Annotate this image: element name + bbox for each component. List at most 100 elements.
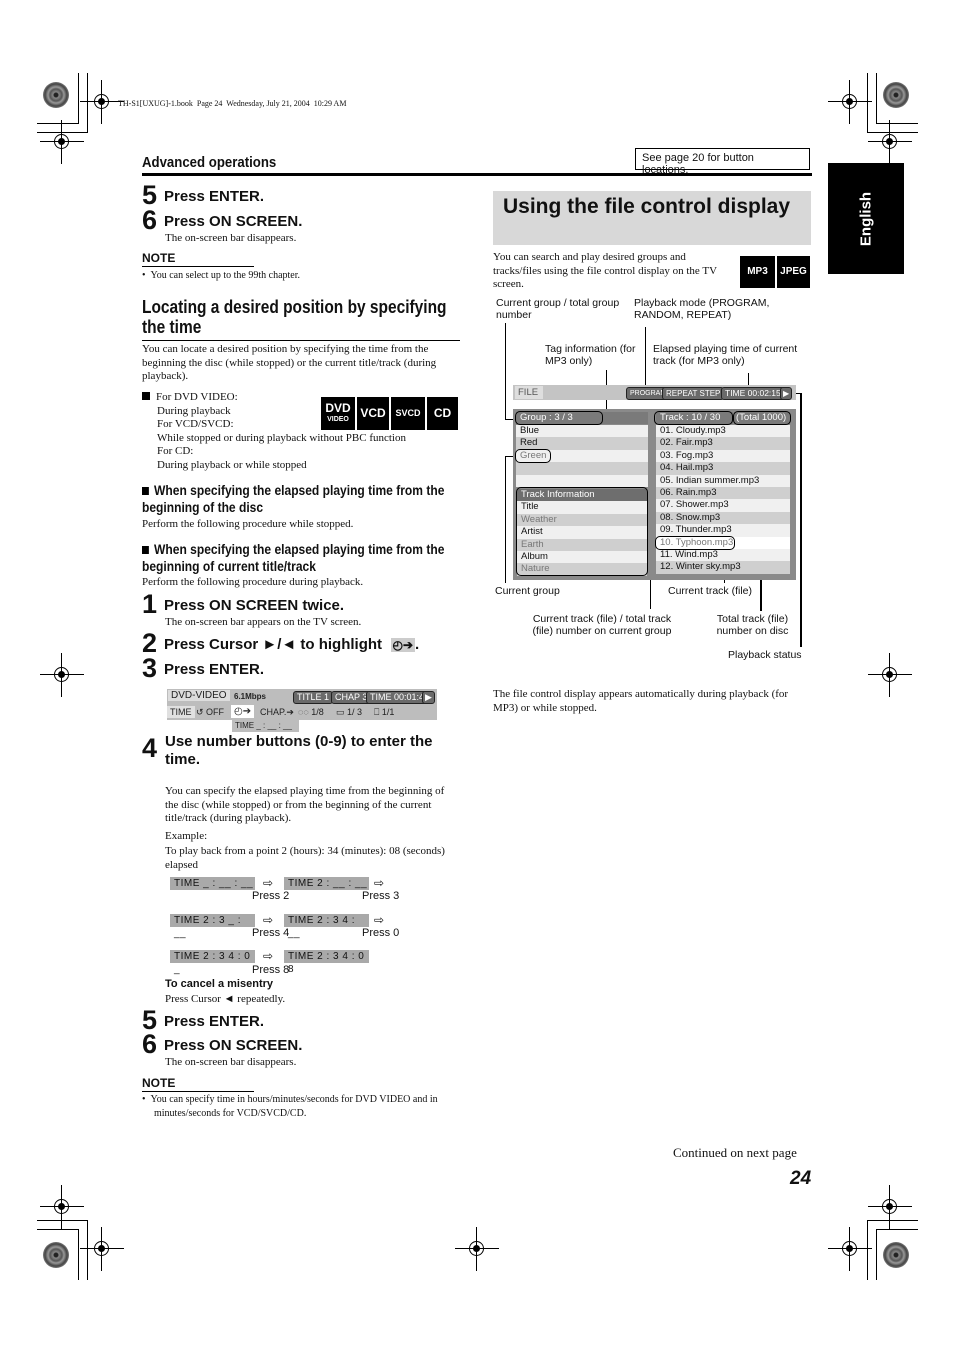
callout-current-track: Current track (file) xyxy=(668,585,753,597)
registration-mark xyxy=(828,1227,872,1271)
arrow-icon: ⇨ xyxy=(374,913,385,927)
crop-line xyxy=(78,1230,79,1280)
crop-line xyxy=(78,73,79,123)
repeat-button[interactable]: ↺ OFF xyxy=(193,706,227,719)
crop-disc-mark xyxy=(43,1242,69,1268)
step-text: Press Cursor ►/◄ to highlight xyxy=(164,636,383,653)
crop-line xyxy=(876,1230,877,1280)
leader-line xyxy=(505,456,506,583)
group-item-empty xyxy=(516,462,648,475)
press-label: Press 3 xyxy=(362,890,400,902)
registration-mark xyxy=(455,1227,499,1271)
subtitle-button[interactable]: ▭ 1/ 3 xyxy=(333,706,365,719)
file-label: FILE xyxy=(515,386,543,399)
track-item[interactable]: 02. Fair.mp3 xyxy=(656,437,790,450)
repeat-indicator: REPEAT STEP xyxy=(662,387,725,400)
press-label: Press 4 xyxy=(252,927,290,939)
callout-playback-status: Playback status xyxy=(728,649,802,661)
group-header-ring xyxy=(515,411,603,425)
condition-desc: During playback or while stopped xyxy=(157,458,307,471)
registration-mark xyxy=(40,653,84,697)
elapsed-time: TIME 00:02:15 xyxy=(721,387,785,400)
note-heading: NOTE xyxy=(142,1076,176,1090)
audio-button[interactable]: ◌◌ 1/8 xyxy=(295,706,327,718)
time-display-button[interactable]: TIME xyxy=(167,706,195,718)
intro-text: You can locate a desired position by spe… xyxy=(142,343,437,382)
playback-status-icon: ▶ xyxy=(780,387,793,400)
callout-playback-mode: Playback mode (PROGRAM, RANDOM, REPEAT) xyxy=(634,297,770,321)
time-entry-state: TIME 2 : 3 4 : 0 8 xyxy=(284,950,369,975)
track-item[interactable]: 07. Shower.mp3 xyxy=(656,499,790,512)
registration-mark xyxy=(40,1185,84,1229)
badge-dvd-video: DVD VIDEO xyxy=(321,397,355,430)
callout-elapsed-time: Elapsed playing time of current track (f… xyxy=(653,343,798,367)
step-text: Press ON SCREEN twice. xyxy=(164,597,345,614)
step-4: 4 Use number buttons (0-9) to enter the t… xyxy=(142,733,462,769)
cancel-heading: To cancel a misentry xyxy=(165,978,274,990)
track-item[interactable]: 03. Fog.mp3 xyxy=(656,449,790,463)
track-header-ring xyxy=(654,411,733,425)
section-heading: Using the file control display xyxy=(503,195,791,218)
badge-main: DVD xyxy=(325,401,351,415)
badge-sub: VIDEO xyxy=(327,416,349,423)
step-3: 3 Press ENTER. xyxy=(142,653,264,684)
press-label: Press 0 xyxy=(362,927,400,939)
badge-svcd: SVCD xyxy=(389,397,425,430)
note-item: • You can select up to the 99th chapter. xyxy=(142,270,301,281)
track-item[interactable]: 11. Wind.mp3 xyxy=(656,549,790,562)
track-item[interactable]: 09. Thunder.mp3 xyxy=(656,524,790,537)
time-entry-state: TIME 2 : 3 4 : 0 _ xyxy=(170,950,255,975)
step-text: Press ON SCREEN. xyxy=(164,213,303,230)
crop-line xyxy=(876,73,877,123)
time-entry-state: TIME _ : __ : __ xyxy=(170,877,255,890)
onscreen-bar-row2: TIME ↺ OFF ◴➔ CHAP.➔ ◌◌ 1/8 ▭ 1/ 3 ⎕ 1/1 xyxy=(167,705,437,720)
onscreen-bar-row1: DVD-VIDEO 6.1Mbps TITLE 1 CHAP 3 TIME 00… xyxy=(167,689,437,705)
press-label: Press 8 xyxy=(252,964,290,976)
time-search-button[interactable]: ◴➔ xyxy=(231,705,255,718)
section-heading: Locating a desired position by specifyin… xyxy=(142,297,447,337)
registration-mark xyxy=(828,80,872,124)
track-item[interactable]: 06. Rain.mp3 xyxy=(656,487,790,500)
subsection-text: When specifying the elapsed playing time… xyxy=(142,482,445,515)
track-item[interactable]: 05. Indian summer.mp3 xyxy=(656,474,790,487)
badge-jpeg: JPEG xyxy=(775,256,810,288)
intro-text: You can search and play desired groups a… xyxy=(493,251,717,290)
group-item-empty xyxy=(516,474,648,487)
note-rule xyxy=(142,1091,254,1092)
current-group-ring xyxy=(515,449,551,463)
track-item[interactable]: 12. Winter sky.mp3 xyxy=(656,561,790,574)
example-text: To play back from a point 2 (hours): 34 … xyxy=(165,845,445,871)
crop-disc-mark xyxy=(43,82,69,108)
registration-mark xyxy=(868,653,912,697)
file-control-display: FILE PROGRAM REPEAT STEP TIME 00:02:15 ▶… xyxy=(513,385,796,580)
see-page-box: See page 20 for button locations. xyxy=(635,148,810,176)
subsection-desc: Perform the following procedure while st… xyxy=(142,518,354,530)
track-item[interactable]: 01. Cloudy.mp3 xyxy=(656,425,790,438)
bullet-square-icon xyxy=(142,546,149,554)
step-text: Press ENTER. xyxy=(164,188,265,205)
time-entry-state: TIME 2 : __ : __ xyxy=(284,877,369,890)
badge-mp3: MP3 xyxy=(740,256,775,288)
note-text: You can specify time in hours/minutes/se… xyxy=(150,1094,438,1119)
time-entry-state: TIME 2 : 3 4 : __ xyxy=(284,914,369,939)
bitrate: 6.1Mbps xyxy=(234,692,267,701)
example-label: Example: xyxy=(165,830,208,842)
callout-group-number: Current group / total group number xyxy=(496,297,620,321)
note-item: • You can specify time in hours/minutes/… xyxy=(142,1094,438,1119)
group-item[interactable]: Red xyxy=(516,437,648,450)
track-item[interactable]: 04. Hail.mp3 xyxy=(656,462,790,475)
note-text: You can select up to the 99th chapter. xyxy=(150,270,301,281)
heading-rule xyxy=(142,340,460,341)
group-item[interactable]: Blue xyxy=(516,425,648,438)
time-search-icon: ◴➔ xyxy=(390,638,416,652)
chapter-search-button[interactable]: CHAP.➔ xyxy=(257,706,297,719)
continued-label: Continued on next page xyxy=(673,1145,797,1160)
callout-tag-info: Tag information (for MP3 only) xyxy=(545,343,636,367)
step-number: 6 xyxy=(142,205,158,235)
crop-line xyxy=(37,1229,79,1230)
track-item[interactable]: 08. Snow.mp3 xyxy=(656,511,790,525)
angle-button[interactable]: ⎕ 1/1 xyxy=(371,706,397,719)
leader-line xyxy=(645,327,646,388)
time-entry-box[interactable]: TIME _ : __ : __ xyxy=(232,720,299,732)
time-entry-state: TIME 2 : 3 _ : __ xyxy=(170,914,255,939)
